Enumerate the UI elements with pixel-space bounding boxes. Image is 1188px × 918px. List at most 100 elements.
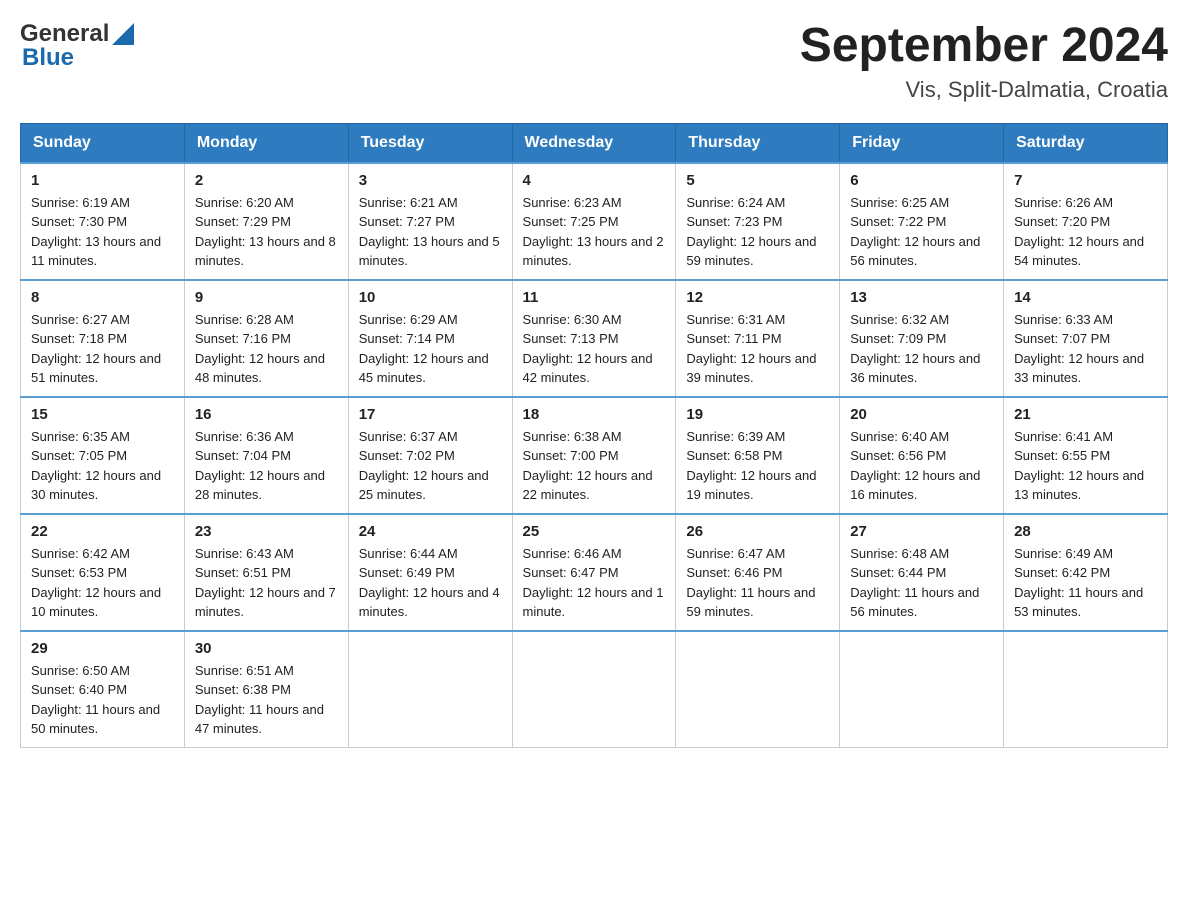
day-number: 17 — [359, 406, 502, 423]
day-info: Sunrise: 6:36 AM Sunset: 7:04 PM Dayligh… — [195, 427, 338, 505]
calendar-table: SundayMondayTuesdayWednesdayThursdayFrid… — [20, 123, 1168, 748]
calendar-cell: 12 Sunrise: 6:31 AM Sunset: 7:11 PM Dayl… — [676, 280, 840, 397]
day-info: Sunrise: 6:39 AM Sunset: 6:58 PM Dayligh… — [686, 427, 829, 505]
calendar-cell — [512, 631, 676, 748]
day-number: 23 — [195, 523, 338, 540]
weekday-header-sunday: Sunday — [21, 123, 185, 163]
calendar-cell: 9 Sunrise: 6:28 AM Sunset: 7:16 PM Dayli… — [184, 280, 348, 397]
calendar-cell: 10 Sunrise: 6:29 AM Sunset: 7:14 PM Dayl… — [348, 280, 512, 397]
day-info: Sunrise: 6:28 AM Sunset: 7:16 PM Dayligh… — [195, 310, 338, 388]
calendar-cell — [1004, 631, 1168, 748]
day-info: Sunrise: 6:42 AM Sunset: 6:53 PM Dayligh… — [31, 544, 174, 622]
calendar-cell: 13 Sunrise: 6:32 AM Sunset: 7:09 PM Dayl… — [840, 280, 1004, 397]
day-number: 14 — [1014, 289, 1157, 306]
day-number: 28 — [1014, 523, 1157, 540]
weekday-header-wednesday: Wednesday — [512, 123, 676, 163]
day-number: 3 — [359, 172, 502, 189]
day-number: 7 — [1014, 172, 1157, 189]
day-number: 19 — [686, 406, 829, 423]
day-info: Sunrise: 6:24 AM Sunset: 7:23 PM Dayligh… — [686, 193, 829, 271]
week-row-3: 15 Sunrise: 6:35 AM Sunset: 7:05 PM Dayl… — [21, 397, 1168, 514]
day-info: Sunrise: 6:35 AM Sunset: 7:05 PM Dayligh… — [31, 427, 174, 505]
day-info: Sunrise: 6:20 AM Sunset: 7:29 PM Dayligh… — [195, 193, 338, 271]
calendar-cell: 8 Sunrise: 6:27 AM Sunset: 7:18 PM Dayli… — [21, 280, 185, 397]
calendar-cell: 16 Sunrise: 6:36 AM Sunset: 7:04 PM Dayl… — [184, 397, 348, 514]
calendar-cell: 30 Sunrise: 6:51 AM Sunset: 6:38 PM Dayl… — [184, 631, 348, 748]
day-number: 24 — [359, 523, 502, 540]
day-number: 12 — [686, 289, 829, 306]
calendar-cell: 28 Sunrise: 6:49 AM Sunset: 6:42 PM Dayl… — [1004, 514, 1168, 631]
day-info: Sunrise: 6:19 AM Sunset: 7:30 PM Dayligh… — [31, 193, 174, 271]
calendar-cell: 29 Sunrise: 6:50 AM Sunset: 6:40 PM Dayl… — [21, 631, 185, 748]
calendar-cell: 15 Sunrise: 6:35 AM Sunset: 7:05 PM Dayl… — [21, 397, 185, 514]
calendar-cell: 21 Sunrise: 6:41 AM Sunset: 6:55 PM Dayl… — [1004, 397, 1168, 514]
day-info: Sunrise: 6:40 AM Sunset: 6:56 PM Dayligh… — [850, 427, 993, 505]
logo: General Blue — [20, 20, 134, 72]
day-info: Sunrise: 6:44 AM Sunset: 6:49 PM Dayligh… — [359, 544, 502, 622]
weekday-header-thursday: Thursday — [676, 123, 840, 163]
day-info: Sunrise: 6:37 AM Sunset: 7:02 PM Dayligh… — [359, 427, 502, 505]
day-number: 26 — [686, 523, 829, 540]
day-number: 18 — [523, 406, 666, 423]
location-title: Vis, Split-Dalmatia, Croatia — [800, 77, 1168, 103]
calendar-cell: 27 Sunrise: 6:48 AM Sunset: 6:44 PM Dayl… — [840, 514, 1004, 631]
day-info: Sunrise: 6:48 AM Sunset: 6:44 PM Dayligh… — [850, 544, 993, 622]
day-info: Sunrise: 6:41 AM Sunset: 6:55 PM Dayligh… — [1014, 427, 1157, 505]
title-block: September 2024 Vis, Split-Dalmatia, Croa… — [800, 20, 1168, 103]
week-row-1: 1 Sunrise: 6:19 AM Sunset: 7:30 PM Dayli… — [21, 163, 1168, 280]
day-number: 8 — [31, 289, 174, 306]
calendar-cell: 19 Sunrise: 6:39 AM Sunset: 6:58 PM Dayl… — [676, 397, 840, 514]
day-number: 30 — [195, 640, 338, 657]
calendar-cell: 6 Sunrise: 6:25 AM Sunset: 7:22 PM Dayli… — [840, 163, 1004, 280]
weekday-header-friday: Friday — [840, 123, 1004, 163]
logo-triangle-icon — [112, 23, 134, 45]
day-number: 21 — [1014, 406, 1157, 423]
day-number: 27 — [850, 523, 993, 540]
day-number: 10 — [359, 289, 502, 306]
day-info: Sunrise: 6:33 AM Sunset: 7:07 PM Dayligh… — [1014, 310, 1157, 388]
calendar-cell: 22 Sunrise: 6:42 AM Sunset: 6:53 PM Dayl… — [21, 514, 185, 631]
day-info: Sunrise: 6:31 AM Sunset: 7:11 PM Dayligh… — [686, 310, 829, 388]
day-info: Sunrise: 6:32 AM Sunset: 7:09 PM Dayligh… — [850, 310, 993, 388]
day-number: 16 — [195, 406, 338, 423]
calendar-cell: 11 Sunrise: 6:30 AM Sunset: 7:13 PM Dayl… — [512, 280, 676, 397]
day-number: 13 — [850, 289, 993, 306]
calendar-cell — [840, 631, 1004, 748]
day-number: 11 — [523, 289, 666, 306]
weekday-header-tuesday: Tuesday — [348, 123, 512, 163]
day-number: 1 — [31, 172, 174, 189]
calendar-cell: 17 Sunrise: 6:37 AM Sunset: 7:02 PM Dayl… — [348, 397, 512, 514]
day-info: Sunrise: 6:47 AM Sunset: 6:46 PM Dayligh… — [686, 544, 829, 622]
calendar-cell: 7 Sunrise: 6:26 AM Sunset: 7:20 PM Dayli… — [1004, 163, 1168, 280]
day-number: 20 — [850, 406, 993, 423]
day-info: Sunrise: 6:26 AM Sunset: 7:20 PM Dayligh… — [1014, 193, 1157, 271]
day-number: 6 — [850, 172, 993, 189]
calendar-cell: 24 Sunrise: 6:44 AM Sunset: 6:49 PM Dayl… — [348, 514, 512, 631]
calendar-cell: 20 Sunrise: 6:40 AM Sunset: 6:56 PM Dayl… — [840, 397, 1004, 514]
day-info: Sunrise: 6:43 AM Sunset: 6:51 PM Dayligh… — [195, 544, 338, 622]
weekday-header-row: SundayMondayTuesdayWednesdayThursdayFrid… — [21, 123, 1168, 163]
calendar-cell: 1 Sunrise: 6:19 AM Sunset: 7:30 PM Dayli… — [21, 163, 185, 280]
week-row-4: 22 Sunrise: 6:42 AM Sunset: 6:53 PM Dayl… — [21, 514, 1168, 631]
week-row-5: 29 Sunrise: 6:50 AM Sunset: 6:40 PM Dayl… — [21, 631, 1168, 748]
calendar-cell: 25 Sunrise: 6:46 AM Sunset: 6:47 PM Dayl… — [512, 514, 676, 631]
day-number: 5 — [686, 172, 829, 189]
calendar-cell: 2 Sunrise: 6:20 AM Sunset: 7:29 PM Dayli… — [184, 163, 348, 280]
day-number: 9 — [195, 289, 338, 306]
day-number: 25 — [523, 523, 666, 540]
day-number: 29 — [31, 640, 174, 657]
calendar-cell: 26 Sunrise: 6:47 AM Sunset: 6:46 PM Dayl… — [676, 514, 840, 631]
day-info: Sunrise: 6:49 AM Sunset: 6:42 PM Dayligh… — [1014, 544, 1157, 622]
day-info: Sunrise: 6:27 AM Sunset: 7:18 PM Dayligh… — [31, 310, 174, 388]
day-info: Sunrise: 6:29 AM Sunset: 7:14 PM Dayligh… — [359, 310, 502, 388]
day-info: Sunrise: 6:21 AM Sunset: 7:27 PM Dayligh… — [359, 193, 502, 271]
logo-blue-text: Blue — [22, 44, 74, 72]
calendar-cell — [348, 631, 512, 748]
day-number: 4 — [523, 172, 666, 189]
day-number: 22 — [31, 523, 174, 540]
week-row-2: 8 Sunrise: 6:27 AM Sunset: 7:18 PM Dayli… — [21, 280, 1168, 397]
calendar-cell: 14 Sunrise: 6:33 AM Sunset: 7:07 PM Dayl… — [1004, 280, 1168, 397]
calendar-cell: 23 Sunrise: 6:43 AM Sunset: 6:51 PM Dayl… — [184, 514, 348, 631]
weekday-header-saturday: Saturday — [1004, 123, 1168, 163]
day-info: Sunrise: 6:23 AM Sunset: 7:25 PM Dayligh… — [523, 193, 666, 271]
